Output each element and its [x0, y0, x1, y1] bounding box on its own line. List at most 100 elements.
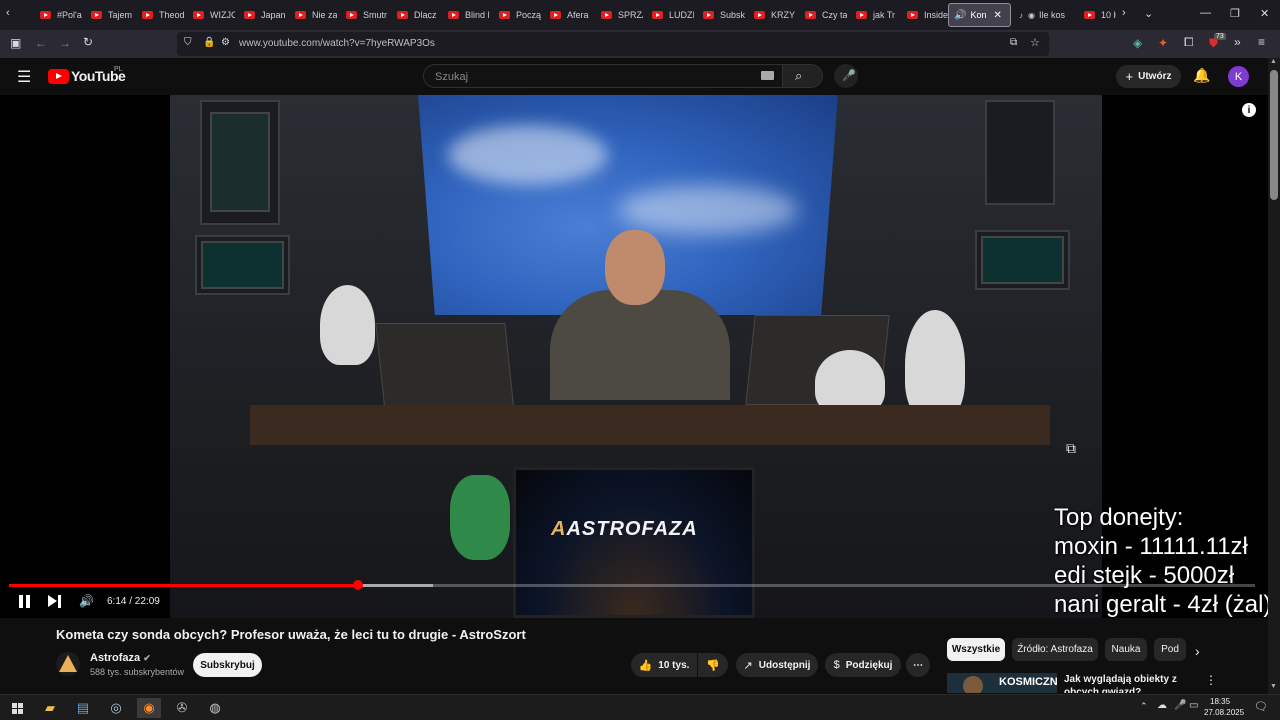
notification-center-icon[interactable]: 🗨 [1254, 700, 1268, 713]
browser-tab[interactable]: Tajem [91, 3, 133, 27]
browser-tab[interactable]: WIZJC [193, 3, 235, 27]
browser-tab[interactable]: #Pol'a [40, 3, 82, 27]
extensions-puzzle-icon[interactable]: ⧠ [1184, 35, 1194, 50]
close-window-icon[interactable]: ✕ [1260, 7, 1269, 20]
chip-source[interactable]: Źródło: Astrofaza [1012, 638, 1098, 661]
tab-extra-1[interactable]: ♪ ◉ Ile kos [1019, 3, 1075, 27]
app-icon[interactable]: ✇ [170, 698, 194, 718]
minimize-window-icon[interactable]: — [1200, 7, 1211, 19]
subscribe-button[interactable]: Subskrybuj [193, 653, 262, 677]
bookmark-star-icon[interactable]: ☆ [1030, 36, 1040, 49]
lock-icon[interactable]: 🔒 [203, 37, 215, 48]
list-all-tabs-icon[interactable]: ⌄ [1144, 7, 1153, 20]
page-scrollbar[interactable]: ▲ ▼ [1268, 58, 1280, 694]
browser-tab[interactable]: Theod [142, 3, 184, 27]
windows-taskbar: ▰ ▤ ◎ ◉ ✇ ◍ ⌃ ☁ 🎤 ▭ 18:35 27.08.2025 🗨 [0, 694, 1280, 720]
thanks-button[interactable]: $ Podziękuj [825, 653, 901, 677]
dislike-button[interactable]: 👎 [698, 653, 728, 677]
steam-icon[interactable]: ◎ [104, 698, 128, 718]
scrollbar-thumb[interactable] [1270, 70, 1278, 200]
speaker-icon: 🔊 [954, 9, 967, 21]
close-tab-icon[interactable]: ✕ [993, 10, 1001, 21]
file-explorer-icon[interactable]: ▰ [38, 698, 62, 718]
network-icon[interactable]: ▭ [1189, 700, 1198, 711]
back-icon[interactable]: ← [35, 36, 47, 50]
keyboard-icon[interactable] [761, 71, 774, 80]
info-icon[interactable]: i [1242, 103, 1256, 117]
share-icon: ↗ [743, 659, 753, 672]
browser-tab[interactable]: Subsk [703, 3, 745, 27]
progress-bar[interactable] [9, 580, 1255, 590]
url-text[interactable]: www.youtube.com/watch?v=7hyeRWAP3Os [239, 38, 435, 49]
chips-next-icon[interactable]: › [1195, 643, 1200, 659]
more-actions-button[interactable]: ⋯ [906, 653, 930, 677]
cloud-icon[interactable]: ☁ [1157, 700, 1167, 711]
browser-tab[interactable]: SPRZA [601, 3, 643, 27]
browser-tab[interactable]: Czy ta [805, 3, 847, 27]
volume-icon[interactable]: 🔊 [79, 594, 94, 608]
channel-avatar[interactable] [56, 652, 80, 676]
browser-tab[interactable]: Blind l [448, 3, 490, 27]
browser-tab[interactable]: Japan [244, 3, 286, 27]
computer-app-icon[interactable]: ▤ [71, 698, 95, 718]
chip-all[interactable]: Wszystkie [947, 638, 1005, 661]
tab-scroll-right-icon[interactable]: › [1122, 7, 1126, 19]
maximize-window-icon[interactable]: ❐ [1230, 7, 1240, 20]
tab-extra-2[interactable]: 10 H [1084, 3, 1116, 27]
recommended-more-icon[interactable]: ⋮ [1205, 673, 1217, 687]
browser-tab[interactable]: Począ [499, 3, 541, 27]
chip-science[interactable]: Nauka [1105, 638, 1147, 661]
chip-more[interactable]: Pod [1154, 638, 1186, 661]
reload-icon[interactable]: ↻ [83, 35, 93, 49]
shield-icon[interactable]: ⛉ [184, 37, 192, 48]
extension-icon[interactable]: ✦ [1158, 36, 1168, 50]
recommended-title[interactable]: Jak wyglądają obiekty z obcych gwiazd? [1064, 673, 1199, 693]
tray-overflow-icon[interactable]: ⌃ [1140, 701, 1148, 712]
voice-search-button[interactable]: 🎤 [834, 64, 858, 88]
scroll-down-icon[interactable]: ▼ [1270, 683, 1277, 690]
url-bar[interactable]: ⛉ 🔒 ⚙ www.youtube.com/watch?v=7hyeRWAP3O… [177, 32, 1049, 56]
browser-tab[interactable]: LUDZI [652, 3, 694, 27]
notifications-bell-icon[interactable]: 🔔 [1193, 67, 1210, 84]
recommended-thumbnail[interactable]: KOSMICZNI [947, 673, 1057, 693]
browser-tab[interactable]: Smutr [346, 3, 388, 27]
app-menu-icon[interactable]: ≡ [1258, 35, 1265, 49]
active-tab[interactable]: 🔊 Kon ✕ [948, 3, 1011, 27]
youtube-logo-icon[interactable] [48, 69, 69, 84]
firefox-icon[interactable]: ◉ [137, 698, 161, 718]
browser-tab[interactable]: Nie za [295, 3, 337, 27]
microphone-tray-icon[interactable]: 🎤 [1174, 700, 1186, 711]
channel-name[interactable]: Astrofaza ✔ [90, 652, 151, 664]
app-icon-2[interactable]: ◍ [203, 698, 227, 718]
clock-date[interactable]: 27.08.2025 [1204, 708, 1244, 717]
search-input[interactable]: Szukaj [435, 71, 468, 83]
browser-tab[interactable]: jak Tr [856, 3, 898, 27]
browser-tab[interactable]: Afera [550, 3, 592, 27]
tab-scroll-left-icon[interactable]: ‹ [6, 7, 10, 19]
overflow-chevron-icon[interactable]: » [1234, 35, 1241, 49]
browser-tab[interactable]: Inside [907, 3, 949, 27]
pause-icon[interactable] [18, 595, 31, 608]
scroll-up-icon[interactable]: ▲ [1270, 58, 1277, 65]
share-button[interactable]: ↗ Udostępnij [736, 653, 818, 677]
clock-time[interactable]: 18:35 [1210, 697, 1230, 706]
search-button[interactable]: ⌕ [783, 64, 823, 88]
region-code: PL [114, 66, 123, 73]
vpn-extension-icon[interactable]: ◈ [1133, 36, 1142, 50]
sidebar-toggle-icon[interactable]: ▣ [10, 36, 21, 50]
avatar[interactable]: K [1228, 66, 1249, 87]
browser-tab[interactable]: KRZY [754, 3, 796, 27]
create-button[interactable]: + Utwórz [1116, 65, 1181, 88]
guide-menu-icon[interactable]: ☰ [17, 67, 31, 87]
forward-icon[interactable]: → [59, 36, 71, 50]
search-box[interactable]: Szukaj [423, 64, 783, 88]
start-windows-icon[interactable] [5, 698, 29, 718]
progress-scrubber[interactable] [352, 580, 363, 590]
permissions-icon[interactable]: ⚙ [221, 37, 230, 48]
miniplayer-icon[interactable]: ⧉ [1066, 440, 1076, 457]
picture-in-picture-icon[interactable]: ⧉ [1010, 37, 1017, 48]
channel-name-text[interactable]: Astrofaza [90, 652, 140, 664]
browser-tab[interactable]: Dlacz [397, 3, 439, 27]
next-video-icon[interactable] [48, 595, 62, 608]
like-button[interactable]: 👍 10 tys. [631, 653, 697, 677]
